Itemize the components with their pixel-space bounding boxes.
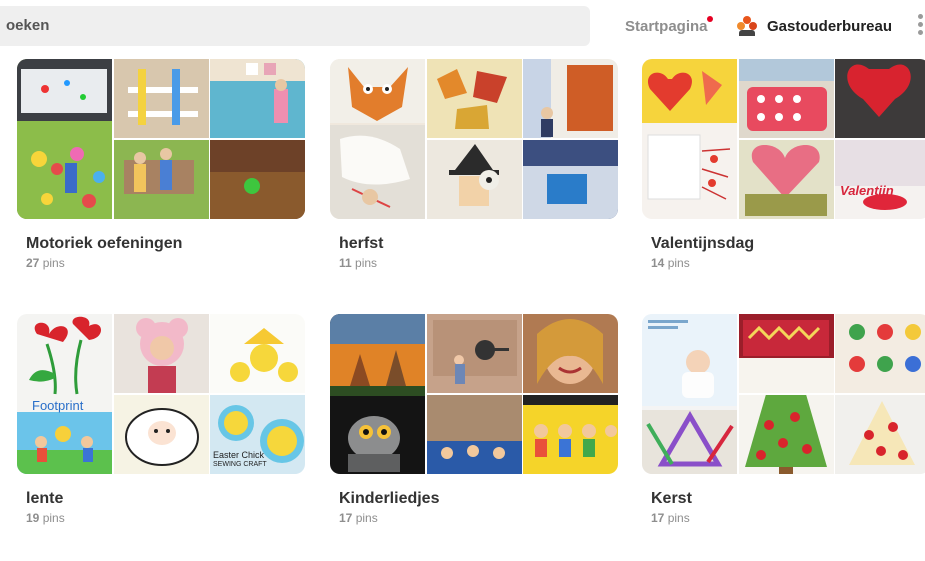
board-cover-text: Valentijn xyxy=(840,183,894,198)
board-title[interactable]: lente xyxy=(26,490,63,508)
board-cover-image-main xyxy=(17,314,112,474)
notification-dot xyxy=(707,16,713,22)
board-title[interactable]: Kinderliedjes xyxy=(339,490,439,508)
board-card[interactable]: Footprint Easter Chick SEWING CRAFT lent… xyxy=(17,314,305,561)
search-bar[interactable]: oeken xyxy=(0,6,590,46)
board-cover[interactable] xyxy=(330,59,618,219)
board-card[interactable]: Kinderliedjes 17 pins xyxy=(330,314,618,561)
board-card[interactable]: herfst 11 pins xyxy=(330,59,618,307)
board-card[interactable]: Kerst 17 pins xyxy=(642,314,925,561)
board-cover[interactable]: Footprint Easter Chick SEWING CRAFT xyxy=(17,314,305,474)
board-cover-image-top xyxy=(114,59,305,138)
board-cover-image-main xyxy=(642,314,737,474)
board-cover[interactable] xyxy=(330,314,618,474)
board-cover-text: Easter Chick SEWING CRAFT xyxy=(213,450,267,468)
board-cover-image-top xyxy=(114,314,305,393)
board-cover-image-bottom xyxy=(427,395,618,474)
search-text: oeken xyxy=(6,17,50,34)
profile-link[interactable]: Gastouderbureau xyxy=(736,13,892,39)
board-cover-image-bottom xyxy=(114,395,305,474)
board-title[interactable]: Valentijnsdag xyxy=(651,235,754,253)
board-cover-image-top xyxy=(739,59,925,138)
board-title[interactable]: Kerst xyxy=(651,490,692,508)
board-title[interactable]: Motoriek oefeningen xyxy=(26,235,182,253)
board-cover-image-top xyxy=(739,314,925,393)
board-cover-text: Footprint xyxy=(32,398,84,413)
more-menu-icon[interactable] xyxy=(918,14,924,36)
board-cover-image-bottom xyxy=(739,395,925,474)
board-title[interactable]: herfst xyxy=(339,235,383,253)
home-link[interactable]: Startpagina xyxy=(625,18,708,35)
board-pin-count: 17 pins xyxy=(651,511,690,525)
board-cover-image-top xyxy=(427,314,618,393)
board-cover-image-bottom xyxy=(739,140,925,219)
board-pin-count: 27 pins xyxy=(26,256,65,270)
board-cover[interactable]: Valentijn xyxy=(642,59,925,219)
profile-name: Gastouderbureau xyxy=(767,17,893,35)
board-cover-image-bottom xyxy=(427,140,618,219)
board-cover-image-bottom xyxy=(114,140,305,219)
board-card[interactable]: Valentijn Valentijnsdag 14 pins xyxy=(642,59,925,307)
board-cover-image-top xyxy=(427,59,618,138)
board-cover[interactable] xyxy=(642,314,925,474)
board-pin-count: 17 pins xyxy=(339,511,378,525)
board-card[interactable]: Motoriek oefeningen 27 pins xyxy=(17,59,305,307)
board-pin-count: 11 pins xyxy=(339,256,378,270)
board-cover-image-main xyxy=(330,59,425,219)
board-cover[interactable] xyxy=(17,59,305,219)
board-cover-image-main xyxy=(17,59,112,219)
board-pin-count: 14 pins xyxy=(651,256,690,270)
profile-avatar-icon xyxy=(736,15,758,37)
board-cover-image-main xyxy=(642,59,737,219)
board-cover-image-main xyxy=(330,314,425,474)
top-bar: oeken Startpagina Gastouderbureau xyxy=(0,0,925,56)
board-pin-count: 19 pins xyxy=(26,511,65,525)
